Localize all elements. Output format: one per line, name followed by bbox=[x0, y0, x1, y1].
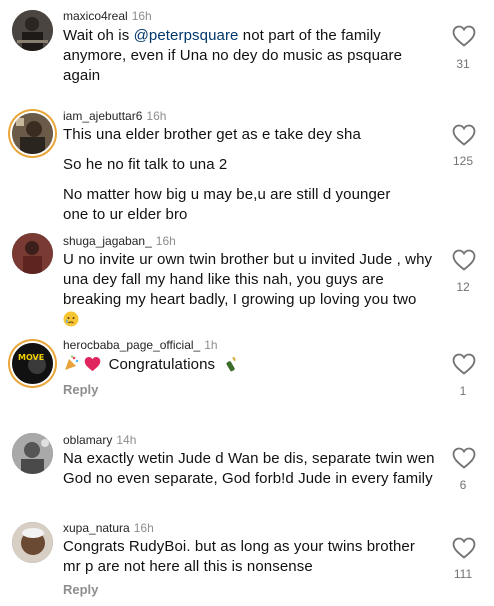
username-link[interactable]: xupa_natura bbox=[63, 521, 130, 535]
mention-link[interactable]: @peterpsquare bbox=[134, 27, 239, 44]
like-count: 1 bbox=[459, 384, 467, 398]
comment-item: maxico4real 16h Wait oh is @peterpsquare … bbox=[0, 0, 494, 98]
comment-text: Congrats RudyBoi. but as long as your tw… bbox=[63, 537, 435, 577]
comment-meta: iam_ajebuttar6 16h bbox=[63, 109, 166, 123]
comment-item: shuga_jagaban_ 16h U no invite ur own twi… bbox=[0, 223, 494, 333]
reply-button[interactable]: Reply bbox=[63, 382, 98, 397]
comment-item: xupa_natura 16h Congrats RudyBoi. but as … bbox=[0, 517, 494, 606]
comment-meta: herocbaba_page_official_ 1h bbox=[63, 338, 218, 352]
comment-text-body: U no invite ur own twin brother but u in… bbox=[63, 251, 433, 308]
timestamp: 16h bbox=[155, 234, 176, 248]
like-count: 12 bbox=[456, 280, 470, 294]
username-link[interactable]: maxico4real bbox=[63, 9, 128, 23]
avatar[interactable] bbox=[12, 233, 53, 274]
heart-icon[interactable] bbox=[452, 353, 476, 375]
like-count: 125 bbox=[452, 154, 474, 168]
username-link[interactable]: shuga_jagaban_ bbox=[63, 234, 152, 248]
timestamp: 16h bbox=[131, 9, 152, 23]
like-count: 6 bbox=[459, 478, 467, 492]
comment-meta: shuga_jagaban_ 16h bbox=[63, 234, 176, 248]
comment-paragraph: This una elder brother get as e take dey… bbox=[63, 126, 361, 143]
svg-text:MOVE: MOVE bbox=[18, 353, 44, 362]
timestamp: 1h bbox=[204, 338, 218, 352]
comment-item: oblamary 14h Na exactly wetin Jude d Wan … bbox=[0, 427, 494, 517]
comment-text: U no invite ur own twin brother but u in… bbox=[63, 250, 435, 333]
heart-icon[interactable] bbox=[452, 537, 476, 559]
heart-icon[interactable] bbox=[452, 124, 476, 146]
comment-text: This una elder brother get as e take dey… bbox=[63, 125, 435, 225]
like-count: 31 bbox=[456, 57, 470, 71]
comment-text: Na exactly wetin Jude d Wan be dis, sepa… bbox=[63, 449, 435, 489]
comment-meta: xupa_natura 16h bbox=[63, 521, 154, 535]
comment-text-body: Congrats RudyBoi. but as long as your tw… bbox=[63, 538, 415, 575]
timestamp: 16h bbox=[133, 521, 154, 535]
comment-paragraph: No matter how big u may be,u are still d… bbox=[63, 186, 391, 223]
avatar[interactable] bbox=[12, 522, 53, 563]
comment-text: Wait oh is @peterpsquare not part of the… bbox=[63, 26, 435, 86]
comment-item: MOVE herocbaba_page_official_ 1h Congratu… bbox=[0, 333, 494, 427]
champagne-icon bbox=[223, 355, 239, 378]
comment-item: iam_ajebuttar6 16h This una elder brother… bbox=[0, 98, 494, 223]
like-count: 111 bbox=[453, 567, 473, 581]
party-popper-icon bbox=[63, 355, 80, 378]
username-link[interactable]: iam_ajebuttar6 bbox=[63, 109, 142, 123]
comment-meta: maxico4real 16h bbox=[63, 9, 152, 23]
username-link[interactable]: oblamary bbox=[63, 433, 112, 447]
username-link[interactable]: herocbaba_page_official_ bbox=[63, 338, 200, 352]
timestamp: 16h bbox=[146, 109, 167, 123]
timestamp: 14h bbox=[116, 433, 137, 447]
avatar[interactable] bbox=[12, 113, 53, 154]
comment-paragraph: So he no fit talk to una 2 bbox=[63, 156, 228, 173]
comment-text-part: Wait oh is bbox=[63, 27, 134, 44]
crying-emoji-icon bbox=[63, 311, 435, 333]
reply-button[interactable]: Reply bbox=[63, 582, 98, 597]
comment-text-body: Congratulations bbox=[108, 356, 216, 373]
heart-icon[interactable] bbox=[452, 249, 476, 271]
heart-icon[interactable] bbox=[452, 25, 476, 47]
avatar[interactable] bbox=[12, 433, 53, 474]
avatar[interactable] bbox=[12, 10, 53, 51]
comment-meta: oblamary 14h bbox=[63, 433, 136, 447]
red-heart-icon bbox=[84, 356, 101, 378]
comment-text: Congratulations bbox=[63, 355, 435, 378]
heart-icon[interactable] bbox=[452, 447, 476, 469]
avatar[interactable]: MOVE bbox=[12, 343, 53, 384]
comment-text-body: Na exactly wetin Jude d Wan be dis, sepa… bbox=[63, 450, 435, 487]
